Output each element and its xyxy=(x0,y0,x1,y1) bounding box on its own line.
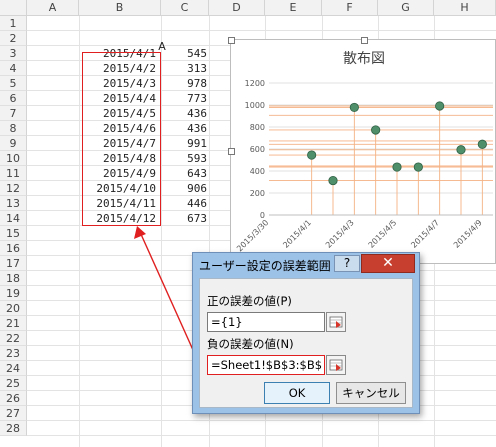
x-tick-label: 2015/4/5 xyxy=(367,218,399,250)
column-header-a[interactable]: A xyxy=(27,0,79,16)
chart-resize-handle[interactable] xyxy=(228,148,235,155)
row-header-20[interactable]: 20 xyxy=(0,301,27,316)
row-header-21[interactable]: 21 xyxy=(0,316,27,331)
y-tick-label: 1000 xyxy=(245,101,265,110)
range-select-icon xyxy=(329,316,343,328)
grid-line xyxy=(27,30,496,31)
y-tick-label: 200 xyxy=(250,189,265,198)
column-header-h[interactable]: H xyxy=(434,0,496,16)
row-header-27[interactable]: 27 xyxy=(0,406,27,421)
scatter-chart[interactable]: 散布図 0 200 400 600 800 1000 1200 2015/3/30 2015/4… xyxy=(228,37,496,264)
row-header-6[interactable]: 6 xyxy=(0,91,27,106)
cell-value[interactable]: 978 xyxy=(162,76,207,91)
row-header-22[interactable]: 22 xyxy=(0,331,27,346)
positive-error-label: 正の誤差の値(P) xyxy=(207,294,292,308)
row-header-14[interactable]: 14 xyxy=(0,211,27,226)
cell-value[interactable]: 906 xyxy=(162,181,207,196)
y-tick-label: 800 xyxy=(250,123,265,132)
y-tick-label: 600 xyxy=(250,145,265,154)
cell-value[interactable]: 436 xyxy=(162,121,207,136)
row-header-18[interactable]: 18 xyxy=(0,271,27,286)
row-header-24[interactable]: 24 xyxy=(0,361,27,376)
b-column-highlight-box xyxy=(82,52,161,226)
negative-error-label: 負の誤差の値(N) xyxy=(207,337,294,351)
help-button[interactable]: ? xyxy=(334,255,360,272)
row-header-16[interactable]: 16 xyxy=(0,241,27,256)
row-header-3[interactable]: 3 xyxy=(0,46,27,61)
row-header-17[interactable]: 17 xyxy=(0,256,27,271)
row-header-9[interactable]: 9 xyxy=(0,136,27,151)
grid-line xyxy=(27,420,496,421)
row-header-4[interactable]: 4 xyxy=(0,61,27,76)
negative-range-select-button[interactable] xyxy=(326,355,346,375)
ok-button[interactable]: OK xyxy=(264,382,330,404)
row-header-1[interactable]: 1 xyxy=(0,16,27,31)
positive-range-select-button[interactable] xyxy=(326,312,346,332)
custom-error-bars-dialog[interactable]: ユーザー設定の誤差範囲 ? ✕ 正の誤差の値(P) ={1} 負の誤差の値(N)… xyxy=(192,252,420,414)
x-tick-label: 2015/4/1 xyxy=(281,218,313,250)
row-header-5[interactable]: 5 xyxy=(0,76,27,91)
row-header-7[interactable]: 7 xyxy=(0,106,27,121)
column-header-f[interactable]: F xyxy=(322,0,378,16)
row-header-28[interactable]: 28 xyxy=(0,421,27,436)
row-header-10[interactable]: 10 xyxy=(0,151,27,166)
row-header-15[interactable]: 15 xyxy=(0,226,27,241)
range-select-icon xyxy=(329,359,343,371)
data-point[interactable] xyxy=(392,162,402,172)
data-point[interactable] xyxy=(413,162,423,172)
dialog-title: ユーザー設定の誤差範囲 xyxy=(199,259,331,273)
cell-value[interactable]: 991 xyxy=(162,136,207,151)
column-header-g[interactable]: G xyxy=(378,0,434,16)
row-header-8[interactable]: 8 xyxy=(0,121,27,136)
cancel-button[interactable]: キャンセル xyxy=(336,382,406,404)
row-header-25[interactable]: 25 xyxy=(0,376,27,391)
data-point[interactable] xyxy=(307,150,317,160)
row-header-19[interactable]: 19 xyxy=(0,286,27,301)
select-all-corner[interactable] xyxy=(0,0,27,16)
data-point[interactable] xyxy=(456,145,466,155)
negative-error-input[interactable]: =Sheet1!$B$3:$B$ xyxy=(207,355,325,375)
chart-resize-handle[interactable] xyxy=(228,37,235,44)
close-button[interactable]: ✕ xyxy=(361,254,415,273)
cell-value[interactable]: 593 xyxy=(162,151,207,166)
row-header-23[interactable]: 23 xyxy=(0,346,27,361)
row-header-12[interactable]: 12 xyxy=(0,181,27,196)
row-header-2[interactable]: 2 xyxy=(0,31,27,46)
cell-value[interactable]: 313 xyxy=(162,61,207,76)
data-point[interactable] xyxy=(435,101,445,111)
cell-value[interactable]: 773 xyxy=(162,91,207,106)
row-header-11[interactable]: 11 xyxy=(0,166,27,181)
data-point[interactable] xyxy=(349,102,359,113)
chart-resize-handle[interactable] xyxy=(361,37,368,44)
data-point[interactable] xyxy=(371,125,381,135)
cell-value[interactable]: 436 xyxy=(162,106,207,121)
x-tick-label: 2015/4/3 xyxy=(324,218,356,250)
y-tick-label: 1200 xyxy=(245,79,265,88)
data-point[interactable] xyxy=(477,139,487,149)
chart-plot-area: 0200400600800100012002015/3/30 2015/4/1 20… xyxy=(235,79,493,253)
column-header-c[interactable]: C xyxy=(161,0,209,16)
data-point[interactable] xyxy=(328,175,338,186)
cell-value[interactable]: 673 xyxy=(162,211,207,226)
y-tick-label: 400 xyxy=(250,167,265,176)
column-header-d[interactable]: D xyxy=(209,0,265,16)
grid-line xyxy=(27,435,496,436)
row-header-13[interactable]: 13 xyxy=(0,196,27,211)
x-tick-label: 2015/3/30 xyxy=(235,218,270,253)
row-header-26[interactable]: 26 xyxy=(0,391,27,406)
dialog-body: 正の誤差の値(P) ={1} 負の誤差の値(N) =Sheet1!$B$3:$B… xyxy=(199,278,413,408)
column-header-e[interactable]: E xyxy=(265,0,322,16)
cell-value[interactable]: 545 xyxy=(162,46,207,61)
x-tick-label: 2015/4/7 xyxy=(409,218,441,250)
cell-value[interactable]: 446 xyxy=(162,196,207,211)
column-header-b[interactable]: B xyxy=(79,0,161,16)
positive-error-input[interactable]: ={1} xyxy=(207,312,325,332)
cell-value[interactable]: 643 xyxy=(162,166,207,181)
x-tick-label: 2015/4/9 xyxy=(452,218,484,250)
